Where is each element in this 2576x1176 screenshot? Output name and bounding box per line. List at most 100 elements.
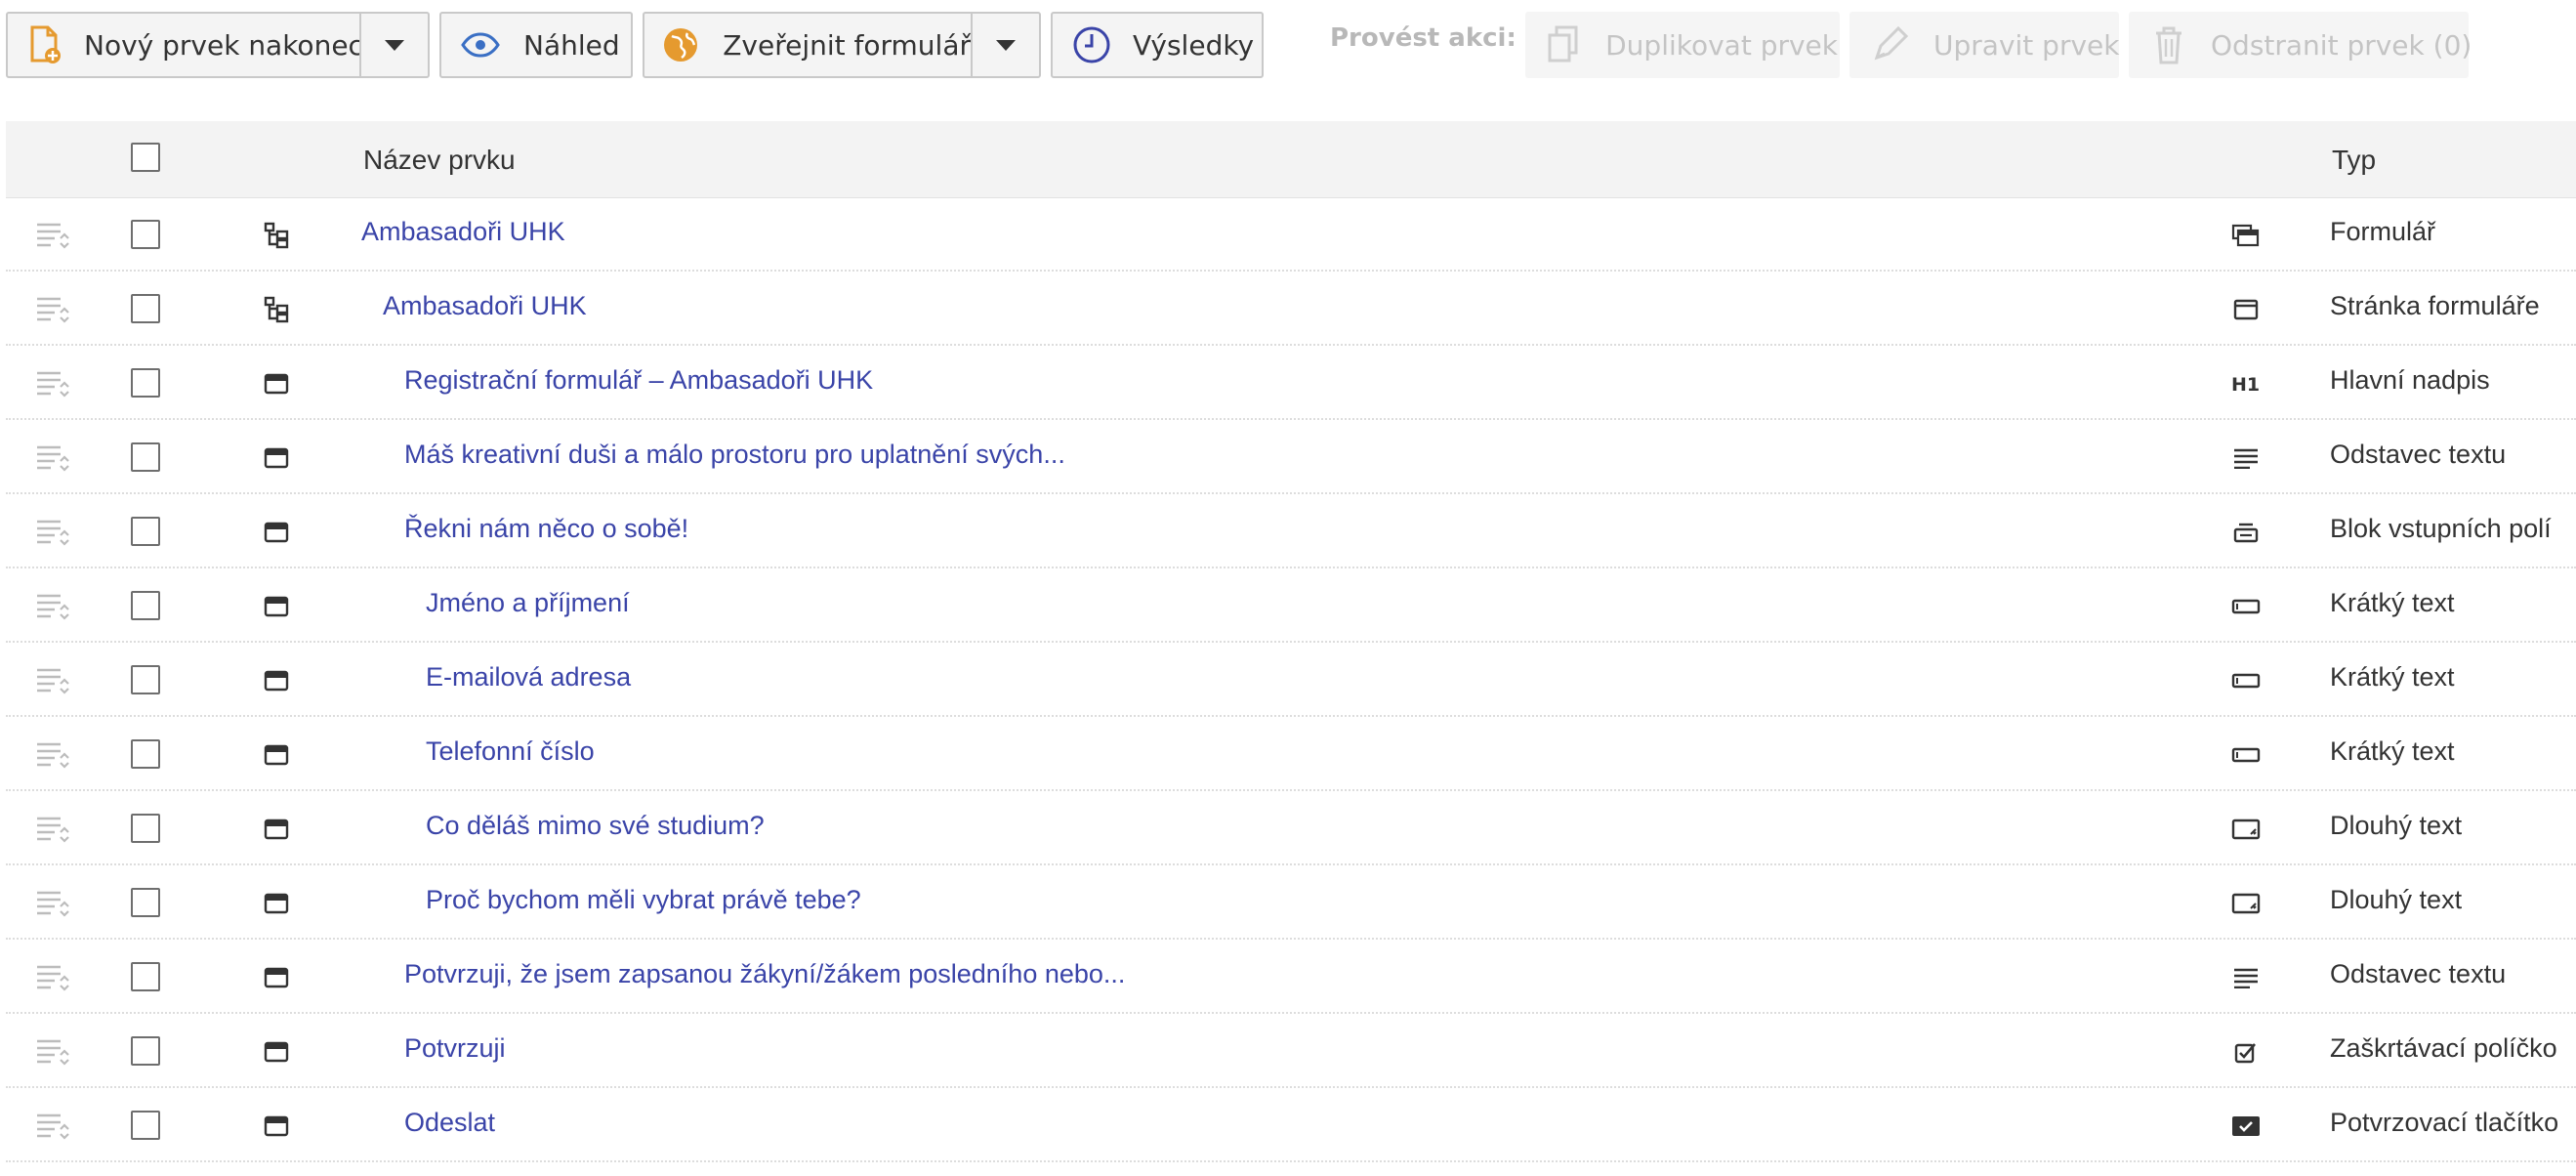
table-row[interactable]: E-mailová adresa Krátký text	[6, 643, 2576, 717]
submit-button-icon	[2230, 1112, 2262, 1141]
row-checkbox[interactable]	[131, 294, 160, 323]
row-checkbox[interactable]	[131, 591, 160, 620]
window-icon	[262, 443, 291, 473]
field-block-icon	[2230, 518, 2262, 547]
item-name-link[interactable]: Řekni nám něco o sobě!	[404, 514, 688, 544]
item-name-link[interactable]: Jméno a příjmení	[426, 588, 630, 618]
tree-icon	[262, 221, 291, 250]
table-row[interactable]: Jméno a příjmení Krátký text	[6, 568, 2576, 643]
table-row[interactable]: Ambasadoři UHK Formulář	[6, 197, 2576, 272]
publish-button[interactable]: Zveřejnit formulář	[643, 12, 973, 78]
copy-icon	[1547, 25, 1580, 64]
window-icon	[262, 889, 291, 918]
results-label: Výsledky	[1133, 28, 1255, 62]
table-row[interactable]: Máš kreativní duši a málo prostoru pro u…	[6, 420, 2576, 494]
item-name-link[interactable]: Registrační formulář – Ambasadoři UHK	[404, 365, 873, 396]
window-icon	[262, 740, 291, 770]
item-type: Krátký text	[2330, 588, 2455, 617]
duplicate-label: Duplikovat prvek	[1605, 28, 1838, 62]
short-text-icon	[2230, 666, 2262, 695]
delete-button[interactable]: Odstranit prvek (0)	[2129, 12, 2472, 78]
item-name-link[interactable]: Telefonní číslo	[426, 736, 595, 767]
drag-handle-icon[interactable]	[35, 592, 74, 621]
drag-handle-icon[interactable]	[35, 666, 74, 695]
table-row[interactable]: Potvrzuji Zaškrtávací políčko	[6, 1014, 2576, 1088]
row-checkbox[interactable]	[131, 1111, 160, 1140]
item-type: Zaškrtávací políčko	[2330, 1033, 2557, 1063]
table-row[interactable]: Registrační formulář – Ambasadoři UHK H1 H…	[6, 346, 2576, 420]
column-header-type[interactable]: Typ	[2332, 145, 2376, 176]
new-document-icon	[29, 25, 62, 64]
paragraph-icon	[2230, 443, 2262, 473]
item-name-link[interactable]: Co děláš mimo své studium?	[426, 811, 765, 841]
item-name-link[interactable]: Máš kreativní duši a málo prostoru pro u…	[404, 440, 1065, 470]
window-icon	[262, 815, 291, 844]
clock-icon	[1072, 25, 1111, 64]
table-row[interactable]: Ambasadoři UHK Stránka formuláře	[6, 272, 2576, 346]
short-text-icon	[2230, 592, 2262, 621]
long-text-icon	[2230, 889, 2262, 918]
item-name-link[interactable]: E-mailová adresa	[426, 662, 631, 693]
new-item-dropdown[interactable]	[359, 12, 430, 78]
item-type: Krátký text	[2330, 662, 2455, 692]
drag-handle-icon[interactable]	[35, 889, 74, 918]
row-checkbox[interactable]	[131, 1036, 160, 1066]
drag-handle-icon[interactable]	[35, 369, 74, 399]
publish-dropdown[interactable]	[971, 12, 1041, 78]
row-checkbox[interactable]	[131, 962, 160, 991]
row-checkbox[interactable]	[131, 814, 160, 843]
window-icon	[262, 1037, 291, 1067]
pencil-icon	[1871, 25, 1908, 64]
row-checkbox[interactable]	[131, 888, 160, 917]
new-item-button[interactable]: Nový prvek nakonec	[6, 12, 363, 78]
row-checkbox[interactable]	[131, 665, 160, 694]
select-all-checkbox[interactable]	[131, 143, 160, 172]
table-row[interactable]: Proč bychom měli vybrat právě tebe? Dlouh…	[6, 865, 2576, 940]
item-type: Dlouhý text	[2330, 811, 2463, 840]
drag-handle-icon[interactable]	[35, 221, 74, 250]
paragraph-icon	[2230, 963, 2262, 992]
checkbox-icon	[2230, 1037, 2262, 1067]
row-checkbox[interactable]	[131, 368, 160, 398]
item-name-link[interactable]: Odeslat	[404, 1108, 495, 1138]
table-header: Název prvku Typ	[6, 121, 2576, 198]
trash-icon	[2152, 25, 2185, 64]
row-checkbox[interactable]	[131, 442, 160, 472]
drag-handle-icon[interactable]	[35, 1112, 74, 1141]
row-checkbox[interactable]	[131, 517, 160, 546]
window-icon	[262, 1112, 291, 1141]
eye-icon	[461, 25, 500, 64]
item-name-link[interactable]: Ambasadoři UHK	[383, 291, 587, 321]
table-row[interactable]: Potvrzuji, že jsem zapsanou žákyní/žákem…	[6, 940, 2576, 1014]
page-icon	[2230, 295, 2262, 324]
row-checkbox[interactable]	[131, 220, 160, 249]
drag-handle-icon[interactable]	[35, 295, 74, 324]
table-row[interactable]: Telefonní číslo Krátký text	[6, 717, 2576, 791]
duplicate-button[interactable]: Duplikovat prvek	[1525, 12, 1840, 78]
drag-handle-icon[interactable]	[35, 518, 74, 547]
edit-button[interactable]: Upravit prvek	[1849, 12, 2119, 78]
item-type: Stránka formuláře	[2330, 291, 2540, 320]
item-name-link[interactable]: Ambasadoři UHK	[361, 217, 565, 247]
delete-label: Odstranit prvek (0)	[2211, 28, 2472, 62]
item-name-link[interactable]: Potvrzuji	[404, 1033, 506, 1064]
table-row[interactable]: Řekni nám něco o sobě! Blok vstupních pol…	[6, 494, 2576, 568]
window-icon	[262, 963, 291, 992]
preview-button[interactable]: Náhled	[439, 12, 633, 78]
item-name-link[interactable]: Proč bychom měli vybrat právě tebe?	[426, 885, 861, 915]
item-name-link[interactable]: Potvrzuji, že jsem zapsanou žákyní/žákem…	[404, 959, 1125, 989]
short-text-icon	[2230, 740, 2262, 770]
table-row[interactable]: Co děláš mimo své studium? Dlouhý text	[6, 791, 2576, 865]
edit-label: Upravit prvek	[1933, 28, 2120, 62]
table-row[interactable]: Odeslat Potvrzovací tlačítko	[6, 1088, 2576, 1162]
drag-handle-icon[interactable]	[35, 1037, 74, 1067]
results-button[interactable]: Výsledky	[1051, 12, 1264, 78]
drag-handle-icon[interactable]	[35, 740, 74, 770]
column-header-name[interactable]: Název prvku	[363, 145, 516, 176]
drag-handle-icon[interactable]	[35, 963, 74, 992]
drag-handle-icon[interactable]	[35, 815, 74, 844]
drag-handle-icon[interactable]	[35, 443, 74, 473]
window-icon	[262, 592, 291, 621]
heading-icon: H1	[2230, 369, 2262, 399]
row-checkbox[interactable]	[131, 739, 160, 769]
